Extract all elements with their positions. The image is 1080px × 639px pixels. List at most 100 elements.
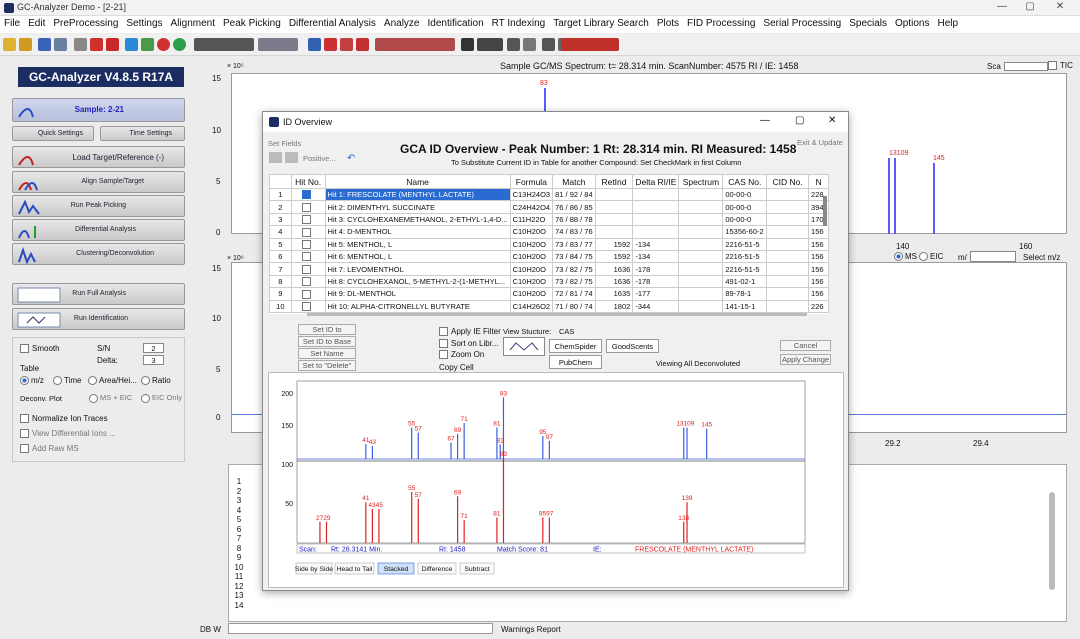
goodscents-button[interactable]: GoodScents bbox=[606, 339, 659, 353]
hit-check-icon[interactable] bbox=[302, 240, 312, 250]
hit-row[interactable]: 9 Hit 9: DL-MENTHOL C10H20O 72 / 81 / 74 163… bbox=[269, 287, 829, 301]
menu-analyze[interactable]: Analyze bbox=[380, 16, 424, 31]
structure-thumbnail[interactable] bbox=[503, 337, 545, 356]
hit-checkbox[interactable] bbox=[290, 274, 326, 289]
chart-tools-icon[interactable] bbox=[375, 38, 455, 51]
target-icon[interactable] bbox=[157, 38, 170, 51]
chemspider-button[interactable]: ChemSpider bbox=[549, 339, 602, 353]
radio-mz[interactable]: m/z bbox=[20, 376, 44, 386]
dialog-minimize-button[interactable]: — bbox=[760, 115, 770, 126]
settings-icon[interactable] bbox=[125, 38, 138, 51]
trash-icon[interactable] bbox=[542, 38, 555, 51]
radio-ratio[interactable]: Ratio bbox=[141, 376, 171, 386]
refresh-icon[interactable] bbox=[173, 38, 186, 51]
hit-checkbox[interactable] bbox=[290, 212, 326, 227]
menu-edit[interactable]: Edit bbox=[24, 16, 49, 31]
hit-checkbox[interactable] bbox=[290, 225, 326, 239]
zoom-icon[interactable] bbox=[258, 38, 298, 51]
hit-row[interactable]: 2 Hit 2: DIMENTHYL SUCCINATE C24H42O4 76 / … bbox=[269, 200, 829, 214]
ms-radio[interactable]: MS bbox=[894, 252, 917, 262]
dialog-maximize-button[interactable]: ▢ bbox=[795, 115, 804, 126]
add-raw-ms-checkbox[interactable]: Add Raw MS bbox=[20, 444, 79, 454]
col-retind[interactable]: RetInd bbox=[594, 174, 634, 189]
set-id-unknown-button[interactable]: Set ID to Unkno... bbox=[298, 324, 356, 343]
load-target-button[interactable]: Load Target/Reference (-) bbox=[12, 146, 185, 168]
grid-icon[interactable] bbox=[308, 38, 321, 51]
col-name[interactable]: Name bbox=[324, 174, 511, 189]
menu-differential-analysis[interactable]: Differential Analysis bbox=[285, 16, 380, 31]
print-icon[interactable] bbox=[74, 38, 87, 51]
nav-icons[interactable] bbox=[194, 38, 254, 51]
hit-checkbox[interactable] bbox=[290, 287, 326, 301]
hit-row[interactable]: 3 Hit 3: CYCLOHEXANEMETHANOL, 2-ETHYL-1,4… bbox=[269, 212, 829, 227]
menu-fid-processing[interactable]: FID Processing bbox=[683, 16, 759, 31]
comparison-spectrum[interactable]: 2001501005040608010012014016041435557676… bbox=[268, 372, 844, 588]
copy-cell-label[interactable]: Copy Cell bbox=[439, 363, 474, 372]
hit-check-icon[interactable] bbox=[302, 215, 312, 225]
hit-row[interactable]: 4 Hit 4: D-MENTHOL C10H20O 74 / 83 / 76 1535… bbox=[269, 225, 829, 239]
save-icon[interactable] bbox=[38, 38, 51, 51]
set-id-base-button[interactable]: Set ID to Base bbox=[298, 336, 356, 347]
hit-row[interactable]: 7 Hit 7: LEVOMENTHOL C10H20O 73 / 82 / 75 16… bbox=[269, 262, 829, 276]
tools-icon[interactable] bbox=[141, 38, 154, 51]
pdf-icon[interactable] bbox=[90, 38, 103, 51]
hit-checkbox[interactable] bbox=[290, 262, 326, 276]
menu-help[interactable]: Help bbox=[934, 16, 963, 31]
hit-check-icon[interactable] bbox=[302, 264, 312, 274]
sn-input[interactable]: 2 bbox=[143, 343, 164, 353]
menu-options[interactable]: Options bbox=[891, 16, 933, 31]
sort-library-checkbox[interactable]: Sort on Libr... bbox=[439, 339, 499, 349]
dialog-close-button[interactable]: ✕ bbox=[828, 115, 836, 126]
peak-icon[interactable] bbox=[324, 38, 337, 51]
sample-button[interactable]: Sample: 2-21 bbox=[12, 98, 185, 122]
hit-check-icon[interactable] bbox=[302, 289, 312, 299]
hit-row[interactable]: 6 Hit 6: MENTHOL, L C10H20O 73 / 84 / 75 159… bbox=[269, 249, 829, 264]
set-name-manual-button[interactable]: Set Name Man... bbox=[298, 348, 356, 367]
hit-checkbox[interactable] bbox=[290, 299, 326, 313]
col-hit-no[interactable]: Hit No. bbox=[290, 174, 326, 189]
binoculars-icon[interactable] bbox=[461, 38, 474, 51]
cancel-button[interactable]: Cancel bbox=[780, 340, 831, 351]
hit-check-icon[interactable] bbox=[302, 277, 312, 287]
minimize-button[interactable]: — bbox=[990, 1, 1014, 15]
maximize-button[interactable]: ▢ bbox=[1018, 1, 1042, 15]
hit-check-icon[interactable] bbox=[302, 301, 312, 311]
col-formula[interactable]: Formula bbox=[509, 174, 554, 189]
sca-slider[interactable] bbox=[1004, 62, 1048, 71]
menu-rt-indexing[interactable]: RT Indexing bbox=[488, 16, 550, 31]
smooth-checkbox[interactable]: Smooth bbox=[20, 344, 60, 354]
exit-update-button[interactable]: Exit & Update bbox=[797, 138, 843, 147]
hit-table-scrollbar[interactable] bbox=[823, 196, 827, 226]
run-identification-button[interactable]: Run Identification bbox=[12, 308, 185, 330]
table-scrollbar[interactable] bbox=[1049, 492, 1055, 590]
hit-checkbox[interactable] bbox=[290, 249, 326, 264]
run-full-analysis-button[interactable]: Run Full Analysis bbox=[12, 283, 185, 305]
nav-back-button[interactable] bbox=[269, 152, 282, 163]
quick-settings-button[interactable]: Quick Settings bbox=[12, 126, 94, 141]
mz-spinner[interactable] bbox=[970, 251, 1016, 262]
radio-eic-only[interactable]: EIC Only bbox=[141, 393, 182, 403]
set-delete-button[interactable]: Set to "Delete" bbox=[298, 360, 356, 371]
radio-area-height[interactable]: Area/Hei... bbox=[88, 376, 137, 386]
hit-row[interactable]: 8 Hit 8: CYCLOHEXANOL, 5-METHYL-2-(1-METH… bbox=[269, 274, 829, 289]
hit-checkbox[interactable] bbox=[290, 200, 326, 214]
table-icon[interactable] bbox=[507, 38, 520, 51]
text-icon[interactable] bbox=[523, 38, 536, 51]
tic-checkbox[interactable]: TIC bbox=[1048, 61, 1073, 71]
radio-ms-eic[interactable]: MS + EIC bbox=[89, 393, 132, 403]
radio-time[interactable]: Time bbox=[53, 376, 81, 386]
view-diff-checkbox[interactable]: View Differential Ions ... bbox=[20, 429, 116, 439]
report-icon[interactable] bbox=[106, 38, 119, 51]
hit-table[interactable]: Hit No. Name Formula Match RetInd Delta … bbox=[269, 174, 829, 314]
hit-row[interactable]: 10 Hit 10: ALPHA-CITRONELLYL BUTYRATE C14H… bbox=[269, 299, 829, 313]
menu-peak-picking[interactable]: Peak Picking bbox=[219, 16, 285, 31]
menu-identification[interactable]: Identification bbox=[423, 16, 487, 31]
nav-forward-button[interactable] bbox=[285, 152, 298, 163]
col-cas[interactable]: CAS No. bbox=[722, 174, 768, 189]
menu-serial-processing[interactable]: Serial Processing bbox=[759, 16, 845, 31]
menu-plots[interactable]: Plots bbox=[653, 16, 683, 31]
hit-row[interactable]: 5 Hit 5: MENTHOL, L C10H20O 73 / 83 / 77 159… bbox=[269, 237, 829, 251]
eic-radio[interactable]: EIC bbox=[919, 252, 943, 262]
delta-input[interactable]: 3 bbox=[143, 355, 164, 365]
clustering-button[interactable]: Clustering/Deconvolution bbox=[12, 243, 185, 265]
